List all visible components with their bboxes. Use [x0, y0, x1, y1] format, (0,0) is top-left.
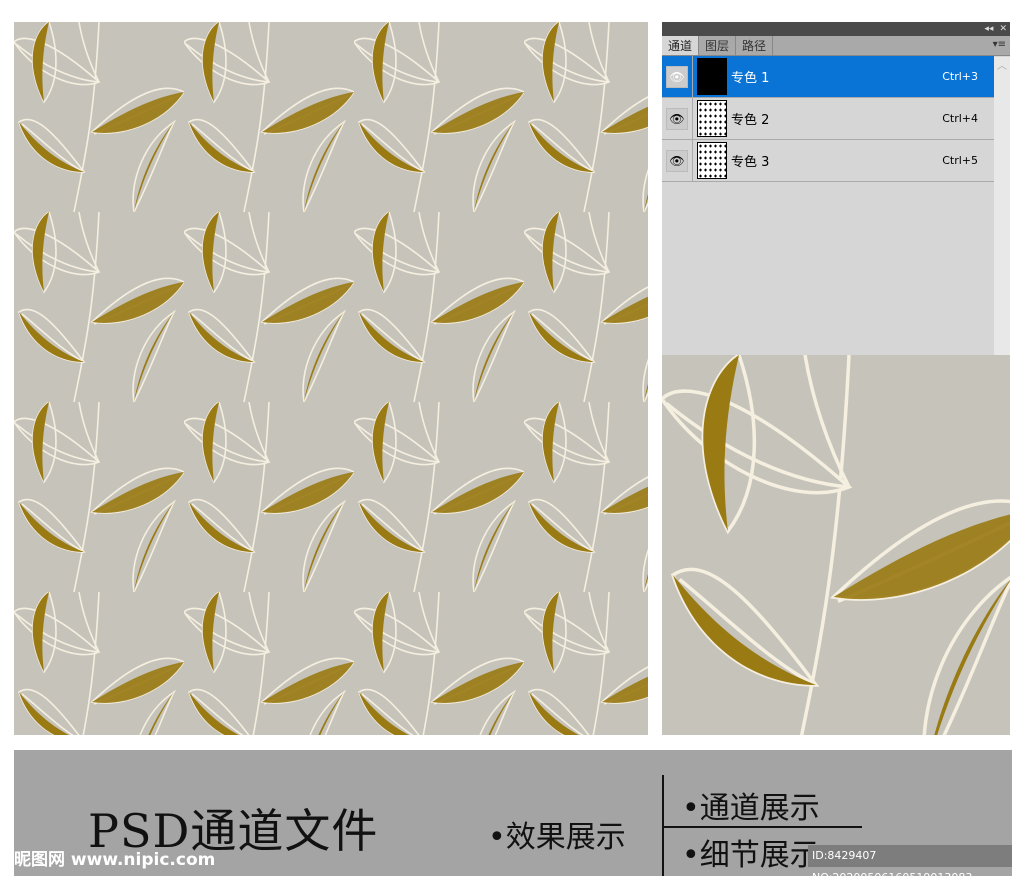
pattern-effect-image [14, 22, 648, 735]
tab-layers[interactable]: 图层 [699, 36, 737, 55]
effect-label: •效果展示 [488, 820, 626, 855]
eye-icon[interactable]: 👁 [666, 149, 688, 172]
panel-titlebar: ◂◂ ✕ [662, 22, 1010, 36]
close-icon[interactable]: ✕ [999, 24, 1007, 34]
channel-thumbnail [697, 100, 727, 137]
watermark-logo: 昵图网 www.nipic.com [14, 850, 216, 870]
channel-shortcut: Ctrl+3 [942, 70, 978, 83]
panel-menu-icon[interactable]: ▾≡ [993, 39, 1006, 50]
channel-thumbnail [697, 142, 727, 179]
eye-icon[interactable]: 👁 [666, 107, 688, 130]
leaf-pattern-zoomed [662, 355, 1010, 735]
channel-shortcut: Ctrl+5 [942, 154, 978, 167]
panel-tabs: 通道 图层 路径 ▾≡ [662, 36, 1010, 56]
channel-shortcut: Ctrl+4 [942, 112, 978, 125]
channel-row[interactable]: 👁 专色 2 Ctrl+4 [662, 97, 994, 140]
collapse-icon[interactable]: ◂◂ [984, 24, 993, 34]
channel-name: 专色 1 [731, 71, 770, 86]
eye-icon[interactable]: 👁 [666, 65, 688, 88]
channel-thumbnail [697, 58, 727, 95]
tab-paths[interactable]: 路径 [736, 36, 774, 55]
channels-panel: ◂◂ ✕ 通道 图层 路径 ▾≡ 👁 专色 1 Ctrl+3 👁 专色 2 Ctr… [662, 22, 1010, 355]
channel-show-label: •通道展示 [682, 791, 820, 826]
tab-channels[interactable]: 通道 [662, 36, 700, 55]
channel-name: 专色 3 [731, 155, 770, 170]
channel-row[interactable]: 👁 专色 1 Ctrl+3 [662, 55, 994, 98]
channel-name: 专色 2 [731, 113, 770, 128]
detail-show-label: •细节展示 [682, 838, 820, 873]
channel-row[interactable]: 👁 专色 3 Ctrl+5 [662, 139, 994, 182]
watermark-id: ID:8429407 NO:20200506160519013083 [808, 845, 1012, 884]
leaf-pattern [14, 22, 648, 735]
scrollbar[interactable]: ︿ [994, 57, 1010, 355]
pattern-detail-image [662, 355, 1010, 735]
